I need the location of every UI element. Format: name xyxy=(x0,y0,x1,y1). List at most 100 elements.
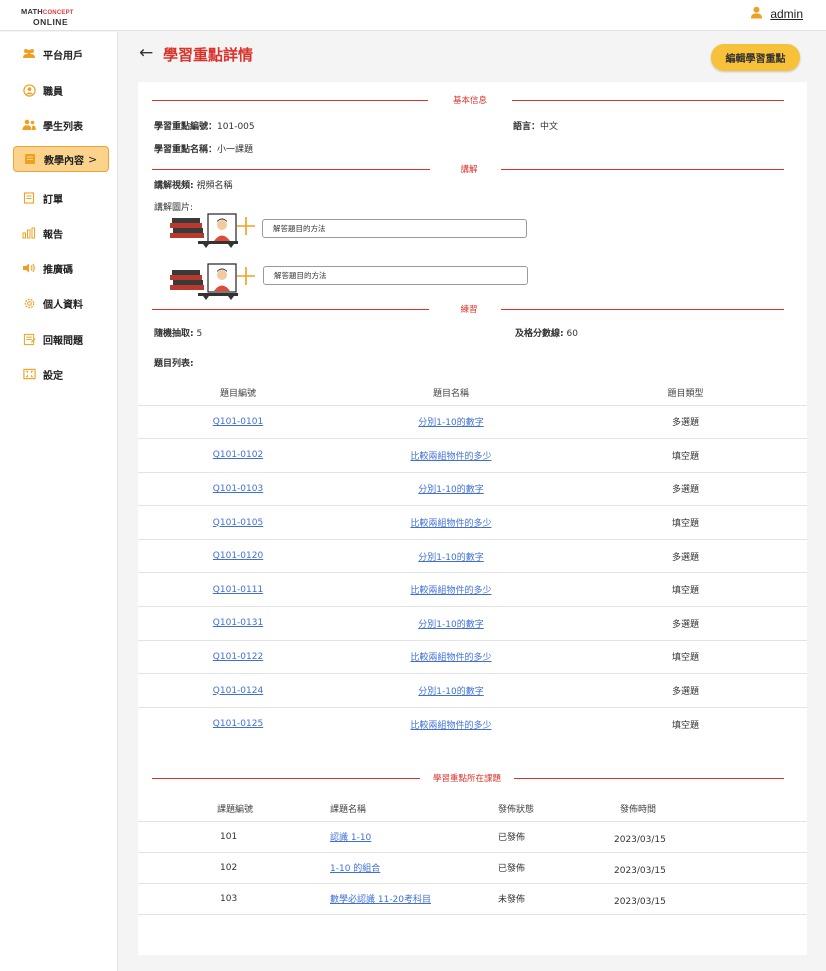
table-row: 101 認識 1-10 已發佈 2023/03/15 xyxy=(138,821,807,853)
question-type: 多選題 xyxy=(564,472,807,507)
section-divider-practice: 練習 xyxy=(152,303,784,315)
staff-icon xyxy=(22,83,36,97)
column-header: 課題名稱 xyxy=(330,796,498,822)
question-name-link[interactable]: 比較兩組物件的多少 xyxy=(410,452,491,462)
edit-learning-point-button[interactable]: 編輯學習重點 xyxy=(711,44,800,71)
question-name-link[interactable]: 分別1-10的數字 xyxy=(418,553,483,563)
table-row: Q101-0124 分別1-10的數字 多選題 xyxy=(138,673,807,708)
table-header-row: 課題編號 課題名稱 發佈狀態 發佈時間 xyxy=(138,796,807,822)
question-list-label: 題目列表: xyxy=(154,359,194,369)
gear-icon xyxy=(22,296,36,310)
question-table: 題目編號 題目名稱 題目類型 Q101-0101 分別1-10的數字 多選題 Q10… xyxy=(138,381,807,741)
question-code-link[interactable]: Q101-0125 xyxy=(213,719,263,729)
section-divider-basic: 基本信息 xyxy=(152,94,784,106)
column-header: 題目名稱 xyxy=(338,381,564,406)
question-name-link[interactable]: 分別1-10的數字 xyxy=(418,418,483,428)
image-caption-field[interactable]: 解答題目的方法 xyxy=(263,266,528,285)
sidebar-item-report-issue[interactable]: 回報問題 xyxy=(13,326,109,352)
sidebar-item-label: 推廣碼 xyxy=(43,264,73,276)
detail-card: 基本信息 學習重點編號：101-005 語言：中文 學習重點名稱：小一課題 講解… xyxy=(138,82,807,955)
sidebar-item-staff[interactable]: 職員 xyxy=(13,77,109,103)
question-name-link[interactable]: 比較兩組物件的多少 xyxy=(410,721,491,731)
chart-icon xyxy=(22,226,36,240)
add-image-icon[interactable] xyxy=(236,216,256,239)
user-menu[interactable]: admin xyxy=(750,6,803,22)
question-code-link[interactable]: Q101-0111 xyxy=(213,585,263,595)
sidebar-item-teaching-content[interactable]: 教學內容 > xyxy=(13,146,109,172)
table-row: 102 1-10 的組合 已發佈 2023/03/15 xyxy=(138,852,807,884)
question-code-link[interactable]: Q101-0103 xyxy=(213,484,263,494)
question-code-link[interactable]: Q101-0124 xyxy=(213,686,263,696)
course-name-link[interactable]: 1-10 的組合 xyxy=(330,864,380,874)
brand-logo[interactable]: MATHCONCEPT ONLINE xyxy=(21,7,74,27)
table-header-row: 題目編號 題目名稱 題目類型 xyxy=(138,381,807,406)
order-icon xyxy=(22,191,36,205)
table-row: Q101-0105 比較兩組物件的多少 填空題 xyxy=(138,505,807,540)
publish-date: 2023/03/15 xyxy=(603,852,807,884)
back-arrow-icon[interactable]: ← xyxy=(139,43,153,63)
question-name-link[interactable]: 比較兩組物件的多少 xyxy=(410,519,491,529)
sidebar-item-promo-code[interactable]: 推廣碼 xyxy=(13,255,109,281)
question-code-link[interactable]: Q101-0120 xyxy=(213,551,263,561)
question-name-link[interactable]: 比較兩組物件的多少 xyxy=(410,653,491,663)
table-row: 103 數學必認識 11-20考科目 未發佈 2023/03/15 xyxy=(138,883,807,915)
sidebar-item-label: 回報問題 xyxy=(43,335,83,347)
publish-date: 2023/03/15 xyxy=(603,821,807,853)
course-name-link[interactable]: 認識 1-10 xyxy=(330,833,371,843)
sidebar-item-settings[interactable]: 設定 xyxy=(13,361,109,387)
sidebar-item-orders[interactable]: 訂單 xyxy=(13,185,109,211)
question-type: 多選題 xyxy=(564,405,807,440)
course-name-link[interactable]: 數學必認識 11-20考科目 xyxy=(330,895,431,905)
table-row: Q101-0111 比較兩組物件的多少 填空題 xyxy=(138,572,807,608)
question-name-link[interactable]: 分別1-10的數字 xyxy=(418,620,483,630)
add-image-icon[interactable] xyxy=(236,266,256,289)
table-row: Q101-0103 分別1-10的數字 多選題 xyxy=(138,472,807,507)
table-row: Q101-0122 比較兩組物件的多少 填空題 xyxy=(138,640,807,675)
table-row: Q101-0120 分別1-10的數字 多選題 xyxy=(138,539,807,574)
sidebar-item-students[interactable]: 學生列表 xyxy=(13,112,109,138)
image-caption-field[interactable]: 解答題目的方法 xyxy=(262,219,527,238)
sidebar-item-reports[interactable]: 報告 xyxy=(13,220,109,246)
question-code-link[interactable]: Q101-0122 xyxy=(213,652,263,662)
publish-status: 未發佈 xyxy=(498,883,603,915)
column-header: 課題編號 xyxy=(217,796,330,822)
question-code-link[interactable]: Q101-0131 xyxy=(213,618,263,628)
question-type: 填空題 xyxy=(564,438,807,473)
report-icon xyxy=(22,332,36,346)
question-type: 填空題 xyxy=(564,505,807,540)
students-icon xyxy=(22,118,36,132)
question-code-link[interactable]: Q101-0102 xyxy=(213,450,263,460)
users-icon xyxy=(22,47,36,61)
random-draw-count: 隨機抽取: 5 xyxy=(154,329,203,339)
sidebar-item-platform-users[interactable]: 平台用戶 xyxy=(13,41,109,67)
question-code-link[interactable]: Q101-0101 xyxy=(213,417,263,427)
course-code: 102 xyxy=(217,852,330,884)
page-title: 學習重點詳情 xyxy=(163,46,254,64)
publish-status: 已發佈 xyxy=(498,821,603,853)
table-row: Q101-0102 比較兩組物件的多少 填空題 xyxy=(138,438,807,473)
user-name[interactable]: admin xyxy=(770,7,803,21)
publish-status: 已發佈 xyxy=(498,852,603,884)
table-row: Q101-0131 分別1-10的數字 多選題 xyxy=(138,606,807,641)
sidebar-item-label: 平台用戶 xyxy=(43,50,83,62)
section-title-courses: 學習重點所在課題 xyxy=(432,774,501,784)
question-type: 填空題 xyxy=(564,572,807,608)
sidebar: 平台用戶 職員 學生列表 教學內容 > 訂單 報告 推廣碼 個人資料 回報問題 … xyxy=(0,32,118,971)
question-name-link[interactable]: 分別1-10的數字 xyxy=(418,687,483,697)
question-name-link[interactable]: 分別1-10的數字 xyxy=(418,485,483,495)
column-header: 題目編號 xyxy=(138,381,338,406)
question-name-link[interactable]: 比較兩組物件的多少 xyxy=(410,586,491,596)
question-type: 多選題 xyxy=(564,539,807,574)
table-row: Q101-0125 比較兩組物件的多少 填空題 xyxy=(138,707,807,741)
column-header: 題目類型 xyxy=(564,381,807,406)
speaker-icon xyxy=(22,261,36,275)
sidebar-item-label: 職員 xyxy=(43,86,63,98)
section-divider-explain: 講解 xyxy=(152,163,784,175)
sidebar-item-label: 教學內容 xyxy=(44,155,84,167)
question-code-link[interactable]: Q101-0105 xyxy=(213,518,263,528)
section-title-practice: 練習 xyxy=(460,305,478,315)
sidebar-item-profile[interactable]: 個人資料 xyxy=(13,290,109,316)
language: 語言：中文 xyxy=(513,122,559,132)
column-header: 發佈時間 xyxy=(603,796,807,822)
learning-point-name: 學習重點名稱：小一課題 xyxy=(154,145,254,155)
